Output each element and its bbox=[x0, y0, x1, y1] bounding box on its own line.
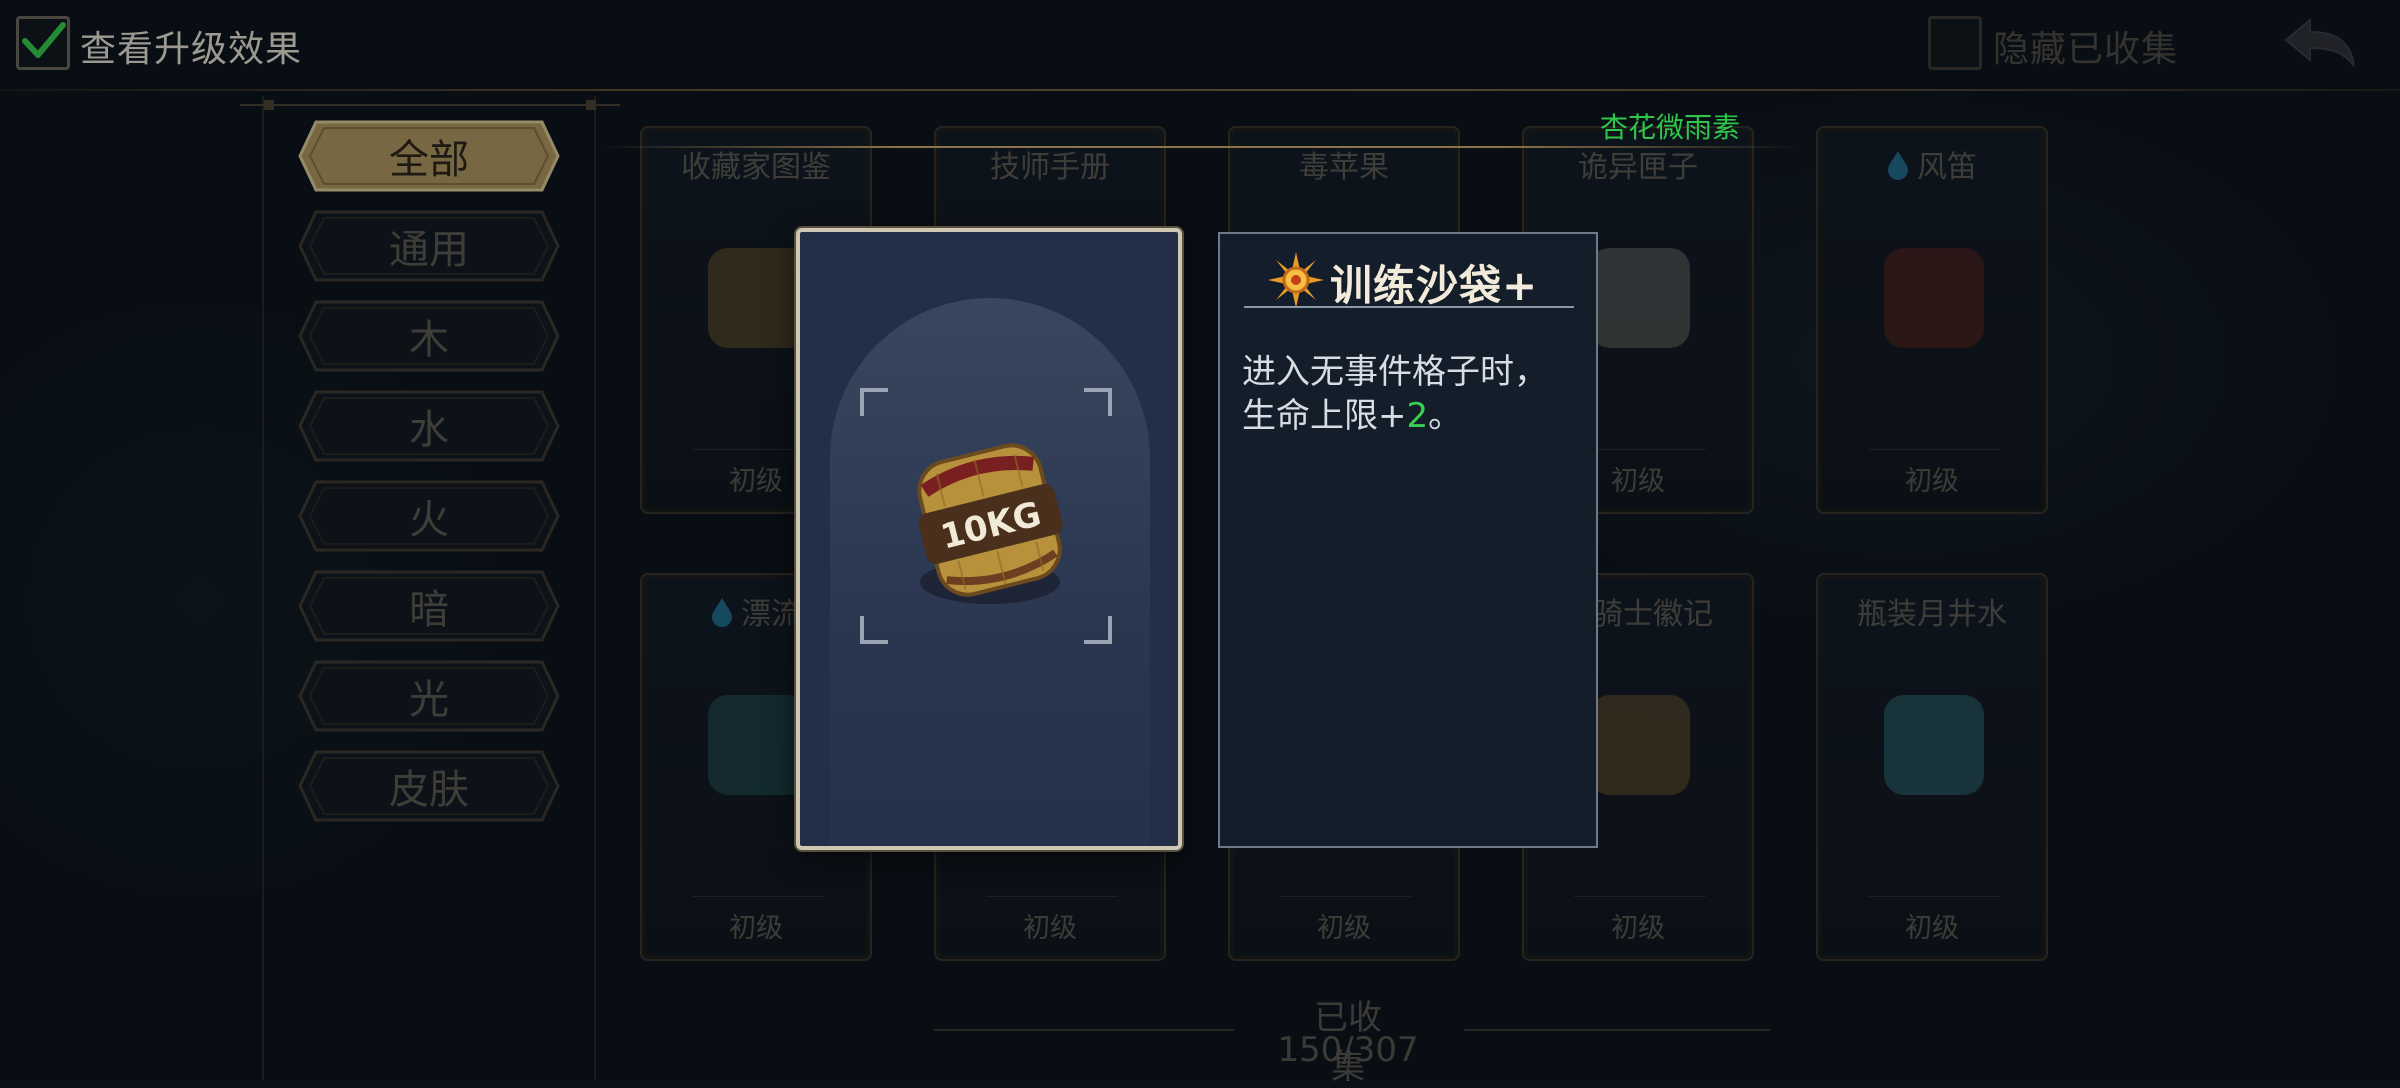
category-label: 皮肤 bbox=[389, 767, 469, 813]
back-button[interactable] bbox=[2280, 14, 2360, 74]
category-tab[interactable]: 光 bbox=[298, 660, 560, 732]
card-title: 风笛 bbox=[1818, 142, 2046, 186]
category-label: 通用 bbox=[389, 227, 469, 273]
category-label: 火 bbox=[409, 497, 449, 543]
card-level: 初级 bbox=[1317, 913, 1371, 944]
collected-right-line bbox=[1464, 1029, 1770, 1031]
item-image-panel: 10KG bbox=[796, 228, 1182, 850]
category-label: 全部 bbox=[389, 137, 469, 183]
category-tab[interactable]: 全部 bbox=[298, 120, 560, 192]
sidebar-top-ornament bbox=[240, 100, 620, 110]
description-value: 2 bbox=[1406, 396, 1429, 436]
card-divider bbox=[1280, 896, 1412, 897]
top-divider bbox=[0, 89, 2400, 91]
card-title-text: 收藏家图鉴 bbox=[681, 150, 831, 185]
description-prefix: 生命上限+ bbox=[1242, 396, 1407, 436]
category-tab[interactable]: 水 bbox=[298, 390, 560, 462]
card-title-text: 瓶装月井水 bbox=[1857, 597, 2007, 632]
category-tab[interactable]: 皮肤 bbox=[298, 750, 560, 822]
category-label: 水 bbox=[409, 407, 449, 453]
card-divider bbox=[692, 896, 824, 897]
item-art-icon bbox=[1884, 248, 1984, 348]
show-upgrade-label[interactable]: 查看升级效果 bbox=[80, 20, 302, 72]
card-divider bbox=[1868, 449, 2000, 450]
category-tab[interactable]: 木 bbox=[298, 300, 560, 372]
item-description: 进入无事件格子时， 生命上限+2。 bbox=[1242, 350, 1582, 438]
collection-card[interactable]: 风笛初级 bbox=[1816, 126, 2048, 514]
card-title: 瓶装月井水 bbox=[1818, 589, 2046, 633]
sun-emblem-icon bbox=[1268, 252, 1324, 308]
card-level: 初级 bbox=[1905, 913, 1959, 944]
description-suffix: 。 bbox=[1428, 396, 1463, 436]
title-divider bbox=[1244, 306, 1574, 308]
description-line-1: 进入无事件格子时， bbox=[1242, 352, 1548, 392]
water-drop-icon bbox=[1888, 151, 1908, 180]
card-level: 初级 bbox=[1905, 466, 1959, 497]
hide-collected-checkbox[interactable] bbox=[1928, 16, 1982, 70]
top-bar: 查看升级效果 隐藏已收集 bbox=[0, 0, 2400, 90]
collected-left-line bbox=[934, 1029, 1234, 1031]
card-title-text: 毒苹果 bbox=[1299, 150, 1389, 185]
category-label: 木 bbox=[409, 317, 449, 363]
back-arrow-icon bbox=[2284, 17, 2355, 67]
collected-count: 150/307 bbox=[1277, 1030, 1419, 1070]
card-divider bbox=[1868, 896, 2000, 897]
hide-collected-label[interactable]: 隐藏已收集 bbox=[1993, 20, 2178, 72]
sandbag-icon: 10KG bbox=[917, 443, 1063, 604]
card-title-text: 风笛 bbox=[1917, 150, 1977, 185]
item-art-icon bbox=[1884, 695, 1984, 795]
card-title-text: 技师手册 bbox=[990, 150, 1110, 185]
item-title-row: 训练沙袋+ bbox=[1220, 238, 1596, 328]
card-level: 初级 bbox=[729, 913, 783, 944]
card-title-text: 诡异匣子 bbox=[1578, 150, 1698, 185]
collection-card[interactable]: 瓶装月井水 初级 bbox=[1816, 573, 2048, 961]
checkmark-icon bbox=[22, 22, 66, 58]
card-level: 初级 bbox=[1611, 913, 1665, 944]
item-name: 训练沙袋+ bbox=[1330, 261, 1539, 310]
card-divider bbox=[1574, 896, 1706, 897]
description-line-2: 生命上限+2。 bbox=[1242, 394, 1582, 438]
category-tab[interactable]: 通用 bbox=[298, 210, 560, 282]
card-level: 初级 bbox=[1023, 913, 1077, 944]
category-tab[interactable]: 暗 bbox=[298, 570, 560, 642]
category-label: 暗 bbox=[409, 587, 449, 633]
item-description-panel: 训练沙袋+ 进入无事件格子时， 生命上限+2。 bbox=[1218, 232, 1598, 848]
water-drop-icon bbox=[712, 598, 732, 627]
show-upgrade-checkbox[interactable] bbox=[16, 16, 70, 70]
category-tab[interactable]: 火 bbox=[298, 480, 560, 552]
category-label: 光 bbox=[409, 677, 449, 723]
card-divider bbox=[986, 896, 1118, 897]
card-title-text: 漂流 bbox=[741, 597, 801, 632]
notification-text: 杏花微雨素 bbox=[1600, 111, 1741, 144]
banner-line bbox=[600, 146, 1800, 148]
